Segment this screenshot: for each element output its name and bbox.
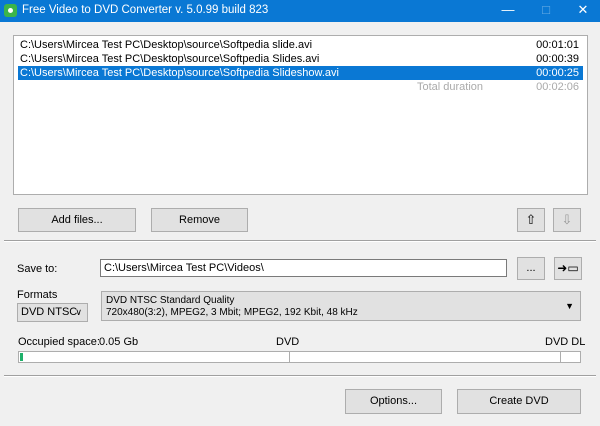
minimize-button[interactable]: — — [493, 2, 523, 20]
title-bar: Free Video to DVD Converter v. 5.0.99 bu… — [0, 0, 600, 22]
dropdown-arrow-icon: ▼ — [565, 301, 574, 311]
file-row[interactable]: C:\Users\Mircea Test PC\Desktop\source\S… — [18, 52, 583, 66]
window-title: Free Video to DVD Converter v. 5.0.99 bu… — [22, 4, 269, 16]
divider — [4, 375, 596, 377]
remove-button[interactable]: Remove — [151, 208, 248, 232]
browse-button[interactable]: ... — [517, 257, 545, 280]
quality-title: DVD NTSC Standard Quality — [106, 295, 235, 306]
format-value: DVD NTSC — [21, 306, 78, 318]
dvd-dl-marker-label: DVD DL — [545, 336, 586, 348]
file-path: C:\Users\Mircea Test PC\Desktop\source\S… — [20, 39, 313, 51]
open-folder-icon: ➜▭ — [557, 261, 579, 275]
quality-detail: 720x480(3:2), MPEG2, 3 Mbit; MPEG2, 192 … — [106, 307, 358, 318]
file-path: C:\Users\Mircea Test PC\Desktop\source\S… — [20, 53, 320, 65]
occupied-space-label: Occupied space: — [18, 336, 100, 348]
add-files-button[interactable]: Add files... — [18, 208, 136, 232]
file-duration: 00:00:39 — [536, 53, 579, 65]
file-row[interactable]: C:\Users\Mircea Test PC\Desktop\source\S… — [18, 38, 583, 52]
dvd-dl-marker — [560, 352, 561, 362]
move-down-button[interactable]: ⇩ — [553, 208, 581, 232]
chevron-down-icon: ∨ — [75, 307, 82, 317]
file-row-selected[interactable]: C:\Users\Mircea Test PC\Desktop\source\S… — [18, 66, 583, 80]
total-value: 00:02:06 — [536, 81, 579, 93]
save-to-label: Save to: — [17, 263, 58, 275]
close-button[interactable]: ✕ — [568, 2, 598, 20]
space-progress-bar — [18, 351, 581, 363]
open-folder-button[interactable]: ➜▭ — [554, 257, 582, 280]
space-progress-fill — [20, 353, 23, 361]
formats-label: Formats — [17, 289, 58, 301]
file-list[interactable]: C:\Users\Mircea Test PC\Desktop\source\S… — [13, 35, 588, 195]
file-duration: 00:01:01 — [536, 39, 579, 51]
file-duration: 00:00:25 — [536, 67, 579, 79]
divider — [4, 240, 596, 242]
total-label: Total duration — [416, 81, 483, 93]
create-dvd-button[interactable]: Create DVD — [457, 389, 581, 414]
dvd-marker-label: DVD — [276, 336, 300, 348]
arrow-up-icon: ⇧ — [525, 212, 537, 227]
format-select[interactable]: DVD NTSC ∨ — [17, 303, 88, 322]
options-button[interactable]: Options... — [345, 389, 442, 414]
file-path: C:\Users\Mircea Test PC\Desktop\source\S… — [20, 67, 339, 79]
quality-combobox[interactable]: DVD NTSC Standard Quality 720x480(3:2), … — [101, 291, 581, 321]
dvd-marker — [289, 352, 290, 362]
move-up-button[interactable]: ⇧ — [517, 208, 545, 232]
maximize-button[interactable]: □ — [531, 2, 561, 20]
arrow-down-icon: ⇩ — [561, 212, 573, 227]
total-duration-row: Total duration 00:02:06 — [18, 80, 583, 94]
save-path-input[interactable]: C:\Users\Mircea Test PC\Videos\ — [100, 259, 507, 277]
occupied-space-value: 0.05 Gb — [99, 336, 139, 348]
app-icon — [4, 4, 17, 17]
